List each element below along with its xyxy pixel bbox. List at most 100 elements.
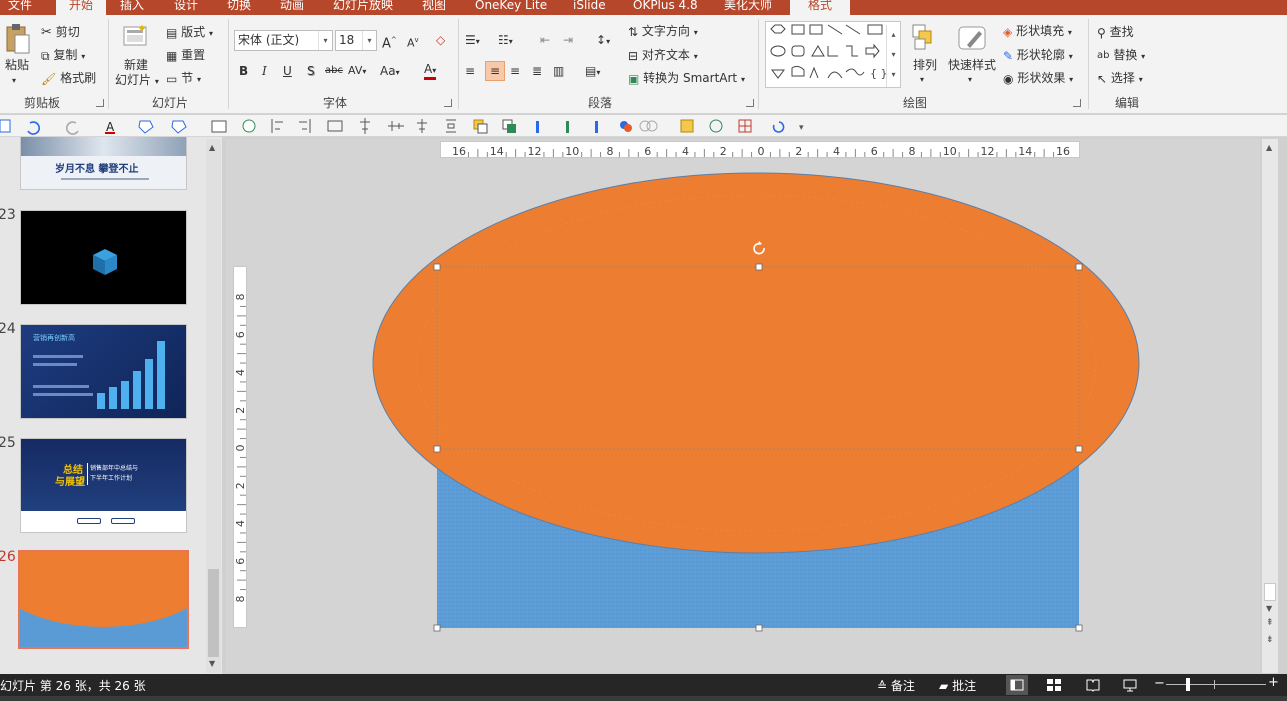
slide-thumbnail-selected[interactable] [0, 515, 215, 649]
tab-transitions[interactable]: 切换 [219, 0, 259, 15]
scroll-thumb[interactable] [1264, 583, 1276, 601]
slide-thumbnail[interactable]: 总结 与展望 销售部年中总结与 下半年工作计划 [20, 438, 187, 533]
scroll-up-icon[interactable]: ▲ [209, 143, 215, 152]
chevron-down-icon[interactable]: ▾ [920, 72, 924, 88]
underline-button[interactable]: U [283, 63, 292, 79]
copy-button[interactable]: ⧉ 复制 ▾ [41, 47, 85, 65]
numbering-button[interactable]: ☷▾ [498, 32, 513, 50]
arrange-label[interactable]: 排列 [913, 57, 937, 73]
char-spacing-button[interactable]: AV▾ [348, 63, 366, 80]
tab-onekey-lite[interactable]: OneKey Lite [467, 0, 555, 15]
select-button[interactable]: ↖ 选择 ▾ [1097, 70, 1143, 88]
font-launcher-icon[interactable] [444, 99, 452, 107]
decrease-indent-icon[interactable]: ⇤ [540, 32, 550, 48]
quick-styles-icon[interactable] [957, 23, 987, 57]
scroll-thumb[interactable] [208, 569, 219, 657]
new-slide-label[interactable]: 新建 [124, 57, 148, 73]
columns-button[interactable]: ▤▾ [585, 63, 600, 81]
font-size-select[interactable]: 18 ▾ [335, 30, 377, 51]
tab-okplus[interactable]: OKPlus 4.8 [625, 0, 706, 15]
change-case-button[interactable]: Aa▾ [380, 63, 400, 81]
font-name-select[interactable]: 宋体 (正文) ▾ [234, 30, 333, 51]
zoom-slider[interactable] [1166, 684, 1266, 685]
new-slide-label-2[interactable]: 幻灯片 ▾ [115, 72, 159, 90]
zoom-in-icon[interactable]: + [1268, 675, 1279, 690]
slide-thumbnail[interactable]: 营销再创新高 [20, 324, 187, 419]
slide-sorter-icon[interactable] [1046, 678, 1062, 692]
smartart-button[interactable]: ▣ 转换为 SmartArt ▾ [628, 70, 745, 88]
paste-label[interactable]: 粘贴 [5, 57, 29, 73]
tab-insert[interactable]: 插入 [112, 0, 152, 15]
slideshow-icon[interactable] [1122, 678, 1138, 692]
distributed-icon[interactable]: ▥ [553, 63, 564, 79]
justify-icon[interactable]: ≣ [532, 63, 542, 79]
bold-button[interactable]: B [239, 63, 248, 79]
zoom-out-icon[interactable]: − [1154, 676, 1165, 691]
replace-button[interactable]: ab 替换 ▾ [1097, 47, 1145, 65]
comments-button[interactable]: ▰ 批注 [939, 677, 976, 694]
shadow-button[interactable]: S [307, 63, 315, 79]
align-left-icon[interactable]: ≡ [465, 63, 475, 79]
align-text-button[interactable]: ⊟ 对齐文本 ▾ [628, 47, 698, 65]
tab-file[interactable]: 文件 [0, 0, 40, 15]
clear-format-icon[interactable]: ◇ [436, 32, 445, 48]
prev-slide-icon[interactable]: ⇞ [1266, 619, 1274, 628]
normal-view-button[interactable] [1006, 675, 1028, 695]
zoom-slider-thumb[interactable] [1186, 678, 1190, 691]
shapes-gallery[interactable]: { } [765, 21, 901, 88]
arrange-icon[interactable] [911, 23, 935, 55]
tab-meihua[interactable]: 美化大师 [716, 0, 780, 15]
text-direction-button[interactable]: ⇅ 文字方向 ▾ [628, 23, 698, 41]
strikethrough-button[interactable]: abc [325, 63, 343, 79]
reset-icon: ▦ [166, 48, 178, 63]
align-center-icon[interactable]: ≡ [485, 61, 506, 81]
scroll-up-icon[interactable]: ▲ [1266, 143, 1272, 152]
tab-view[interactable]: 视图 [414, 0, 454, 15]
shape-fill-button[interactable]: ◈ 形状填充 ▾ [1003, 23, 1072, 41]
gallery-scroll-icon[interactable]: ▴ ▾ ▾ [886, 25, 900, 87]
scroll-down-icon[interactable]: ▼ [1266, 604, 1272, 613]
italic-button[interactable]: I [262, 63, 267, 79]
notes-button[interactable]: ≙ 备注 [877, 677, 915, 694]
scroll-down-icon[interactable]: ▼ [209, 659, 215, 668]
bullets-button[interactable]: ☰▾ [465, 32, 480, 50]
cut-button[interactable]: ✂ 剪切 [41, 24, 80, 41]
canvas-scrollbar[interactable]: ▲ ▼ ⇞ ⇟ [1262, 139, 1278, 673]
find-button[interactable]: ⚲ 查找 [1097, 24, 1134, 41]
tab-slideshow[interactable]: 幻灯片放映 [325, 0, 401, 15]
increase-indent-icon[interactable]: ⇥ [563, 32, 573, 48]
tab-design[interactable]: 设计 [166, 0, 206, 15]
new-slide-icon[interactable] [122, 23, 150, 55]
notes-icon: ≙ [877, 679, 888, 693]
thumbnail-scrollbar[interactable]: ▲ ▼ [206, 139, 221, 673]
orange-ellipse-shape[interactable] [372, 172, 1140, 554]
reading-view-icon[interactable] [1085, 678, 1101, 692]
slide-thumbnail[interactable] [20, 210, 187, 305]
chevron-down-icon[interactable]: ▾ [12, 73, 16, 89]
layout-button[interactable]: ▤ 版式 ▾ [166, 24, 213, 42]
drawing-launcher-icon[interactable] [1073, 99, 1081, 107]
slide-thumbnail[interactable]: 岁月不息 攀登不止 [20, 137, 187, 190]
font-color-button[interactable]: A▾ [424, 63, 437, 80]
section-button[interactable]: ▭ 节 ▾ [166, 70, 201, 88]
tab-home[interactable]: 开始 [56, 0, 106, 15]
paragraph-launcher-icon[interactable] [746, 99, 754, 107]
chevron-down-icon[interactable]: ▾ [968, 72, 972, 88]
shape-outline-button[interactable]: ✎ 形状轮廓 ▾ [1003, 47, 1073, 65]
tab-animations[interactable]: 动画 [272, 0, 312, 15]
layout-label: 版式 [181, 25, 206, 39]
tab-islide[interactable]: iSlide [565, 0, 614, 15]
format-painter-button[interactable]: 🖌 格式刷 [41, 70, 96, 87]
shape-effects-button[interactable]: ◉ 形状效果 ▾ [1003, 70, 1073, 88]
paste-button[interactable] [4, 23, 30, 55]
tab-format[interactable]: 格式 [790, 0, 850, 15]
quick-styles-label[interactable]: 快速样式 [948, 57, 996, 73]
shrink-font-button[interactable]: Av [407, 32, 419, 52]
line-spacing-button[interactable]: ↕▾ [596, 32, 610, 50]
align-right-icon[interactable]: ≡ [510, 63, 520, 79]
reset-button[interactable]: ▦ 重置 [166, 47, 205, 64]
next-slide-icon[interactable]: ⇟ [1266, 636, 1274, 645]
clipboard-launcher-icon[interactable] [96, 99, 104, 107]
slide-editing-canvas[interactable]: 16 14 12 10 8 6 4 2 0 2 4 6 8 10 12 14 16 864202468 [226, 139, 1260, 673]
grow-font-button[interactable]: A^ [382, 32, 397, 52]
